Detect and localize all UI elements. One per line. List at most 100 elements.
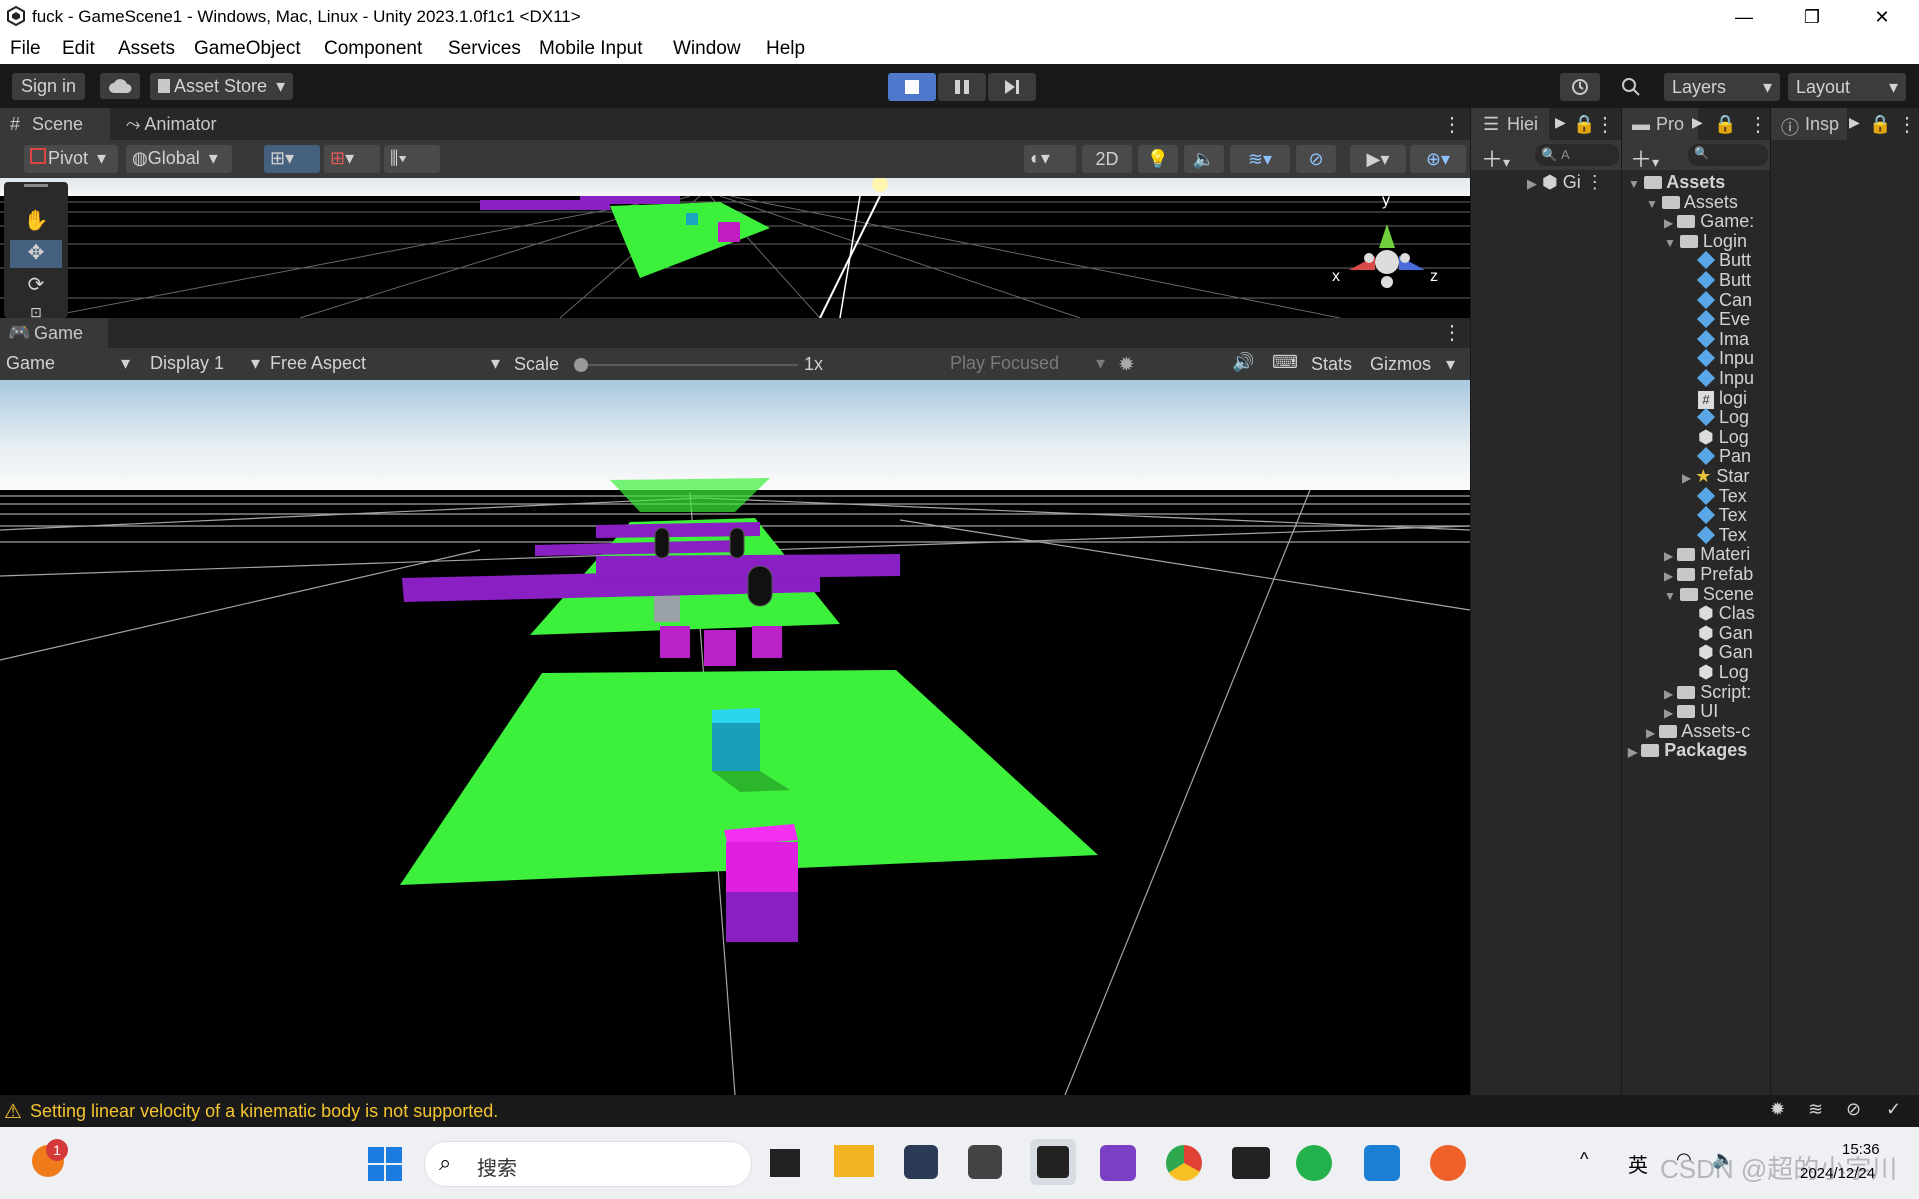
collapsed-arrow-icon[interactable]: ▶: [1664, 687, 1673, 701]
tab-overflow-arrow-icon[interactable]: ▶: [1555, 114, 1566, 131]
mute-audio-button[interactable]: 🔊: [1232, 352, 1254, 373]
move-tool-button[interactable]: ✥: [10, 240, 62, 268]
project-tree-item[interactable]: ▼ Assets: [1646, 192, 1738, 213]
expanded-arrow-icon[interactable]: ▼: [1628, 177, 1640, 191]
tab-scene[interactable]: # Scene: [0, 108, 110, 140]
menu-window[interactable]: Window: [673, 38, 741, 60]
gizmos-dropdown-arrow[interactable]: ▾: [1446, 354, 1455, 375]
check-circle-icon[interactable]: ✓: [1886, 1099, 1901, 1120]
pause-button[interactable]: [938, 73, 986, 101]
layers-stack-icon[interactable]: ≋: [1808, 1099, 1823, 1120]
layout-dropdown[interactable]: Layout ▾: [1788, 73, 1906, 101]
aspect-dropdown[interactable]: Free Aspect ▾: [270, 353, 500, 374]
play-button[interactable]: [888, 73, 936, 101]
tab-inspector[interactable]: ⓘ Insp: [1771, 108, 1847, 140]
tab-hierarchy[interactable]: ☰ Hiei: [1471, 108, 1549, 140]
scale-slider-track[interactable]: [578, 364, 798, 366]
gizmos-button[interactable]: Gizmos: [1370, 354, 1431, 375]
more-options-icon[interactable]: ⋮: [1442, 320, 1462, 345]
sign-in-button[interactable]: Sign in: [12, 73, 86, 100]
rotate-tool-button[interactable]: ⟳: [10, 272, 62, 300]
create-asset-button[interactable]: ＋▾: [1630, 142, 1659, 174]
scene-view[interactable]: y x z ✋ ✥ ⟳ ⊡: [0, 178, 1470, 318]
snap-increment-toggle[interactable]: ⊞▾: [324, 145, 380, 173]
project-tree-item[interactable]: Can: [1682, 290, 1752, 311]
scale-slider-thumb[interactable]: [574, 358, 588, 372]
create-button[interactable]: ＋▾: [1481, 142, 1510, 174]
tab-overflow-arrow-icon[interactable]: ▶: [1692, 114, 1703, 131]
game-view[interactable]: [0, 380, 1470, 1095]
hand-tool-button[interactable]: ✋: [10, 208, 62, 236]
project-tree-item[interactable]: ▶ Script:: [1664, 682, 1751, 703]
undo-history-button[interactable]: [1560, 73, 1600, 101]
status-bar[interactable]: ⚠ Setting linear velocity of a kinematic…: [0, 1095, 1919, 1127]
start-button[interactable]: [368, 1147, 402, 1186]
project-tree-item[interactable]: ▶ ★ Star: [1682, 466, 1749, 487]
gizmos-scene-dropdown[interactable]: ⊕▾: [1410, 145, 1466, 173]
wechat-icon[interactable]: [1296, 1145, 1332, 1181]
keyboard-shortcut-button[interactable]: ⌨: [1272, 352, 1298, 373]
project-tree-item[interactable]: Tex: [1682, 486, 1747, 507]
console-message[interactable]: Setting linear velocity of a kinematic b…: [30, 1101, 498, 1122]
palette-handle[interactable]: [24, 184, 48, 187]
vscode-icon[interactable]: [1364, 1145, 1400, 1181]
more-options-icon[interactable]: ⋮: [1586, 172, 1604, 192]
ime-indicator[interactable]: 英: [1628, 1149, 1648, 1178]
expanded-arrow-icon[interactable]: ▼: [1664, 236, 1676, 250]
project-tree-item[interactable]: ⬢ Gan: [1682, 623, 1753, 644]
gizmo-axis-y[interactable]: y: [1382, 192, 1390, 210]
collapsed-arrow-icon[interactable]: ▶: [1664, 569, 1673, 583]
audio-toggle[interactable]: 🔈: [1184, 145, 1224, 173]
cloud-button[interactable]: [100, 73, 140, 99]
scale-tool-button[interactable]: ⊡: [10, 304, 62, 318]
tray-overflow-icon[interactable]: ^: [1580, 1149, 1588, 1170]
project-tree-item[interactable]: ⬢ Log: [1682, 427, 1749, 448]
debug-icon[interactable]: ✹: [1770, 1099, 1785, 1120]
hierarchy-search-input[interactable]: 🔍 A: [1535, 144, 1619, 166]
more-options-icon[interactable]: ⋮: [1442, 112, 1462, 137]
chrome-icon[interactable]: [1166, 1145, 1202, 1181]
maximize-button[interactable]: ❐: [1782, 0, 1842, 34]
project-tree-item[interactable]: Ima: [1682, 329, 1749, 350]
project-tree-item[interactable]: Butt: [1682, 270, 1751, 291]
display-dropdown[interactable]: Display 1 ▾: [150, 353, 260, 374]
project-tree-item[interactable]: ⬢ Gan: [1682, 642, 1753, 663]
scene-visibility-toggle[interactable]: ⊘: [1296, 145, 1336, 173]
project-tree-item[interactable]: ▶ Packages: [1628, 740, 1747, 761]
project-tree-item[interactable]: Tex: [1682, 525, 1747, 546]
collapsed-arrow-icon[interactable]: ▶: [1664, 216, 1673, 230]
menu-services[interactable]: Services: [448, 38, 521, 60]
bug-icon[interactable]: ✹: [1118, 352, 1135, 377]
project-tree-item[interactable]: ▶ Prefab: [1664, 564, 1753, 585]
project-tree-item[interactable]: Butt: [1682, 250, 1751, 271]
expanded-arrow-icon[interactable]: ▼: [1646, 197, 1658, 211]
step-button[interactable]: [988, 73, 1036, 101]
project-tree-item[interactable]: Tex: [1682, 505, 1747, 526]
clock-time[interactable]: 15:36: [1842, 1141, 1880, 1158]
tab-project[interactable]: ▬ Pro: [1622, 108, 1698, 140]
gizmo-axis-x[interactable]: x: [1332, 268, 1340, 286]
minimize-button[interactable]: —: [1714, 0, 1774, 34]
global-dropdown[interactable]: ◍Global: [126, 145, 232, 173]
expanded-arrow-icon[interactable]: ▼: [1664, 589, 1676, 603]
more-options-icon[interactable]: ⋮: [1595, 112, 1615, 137]
project-tree-item[interactable]: ▼ Login: [1664, 231, 1747, 252]
project-tree-item[interactable]: ▼ Scene: [1664, 584, 1754, 605]
project-tree-item[interactable]: Eve: [1682, 309, 1750, 330]
unity-hub-icon[interactable]: [968, 1145, 1002, 1179]
pivot-dropdown[interactable]: Pivot: [24, 145, 118, 173]
project-tree-item[interactable]: ▶ Materi: [1664, 544, 1750, 565]
tab-animator[interactable]: ⤳ Animator: [126, 114, 216, 135]
ruler-toggle[interactable]: ⫼▾: [384, 145, 440, 173]
lighting-toggle[interactable]: 💡: [1138, 145, 1178, 173]
menu-help[interactable]: Help: [766, 38, 805, 60]
menu-file[interactable]: File: [10, 38, 41, 60]
collapsed-arrow-icon[interactable]: ▶: [1682, 471, 1691, 485]
close-button[interactable]: ✕: [1852, 0, 1912, 34]
camera-dropdown[interactable]: ▶▾: [1350, 145, 1406, 173]
grid-snap-toggle[interactable]: ⊞▾: [264, 145, 320, 173]
project-tree-item[interactable]: ⬢ Log: [1682, 662, 1749, 683]
more-options-icon[interactable]: ⋮: [1897, 112, 1917, 137]
collapsed-arrow-icon[interactable]: ▶: [1664, 706, 1673, 720]
app-cat-icon[interactable]: [904, 1145, 938, 1179]
